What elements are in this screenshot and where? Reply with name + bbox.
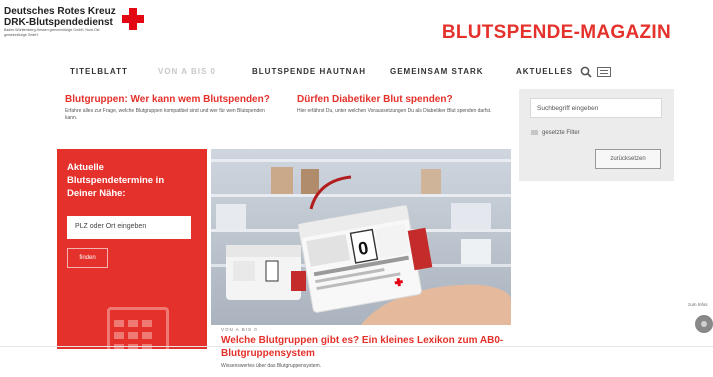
logo-fineprint: Baden-Württemberg-Hessen gemeinnützige G… [4,28,100,37]
nav-item-gemeinsam-stark[interactable]: GEMEINSAM STARK [390,67,484,76]
featured-kicker: VON A BIS 0 [221,327,258,332]
article-title[interactable]: Blutgruppen: Wer kann wem Blutspenden? [65,94,270,106]
search-icon[interactable] [580,66,592,78]
scroll-top-button[interactable] [695,315,713,333]
side-info-tab[interactable]: zum Infos [688,302,708,307]
divider [0,346,713,347]
article-text: Erfahre alles zur Frage, welche Blutgrup… [65,108,265,121]
article-title[interactable]: Dürfen Diabetiker Blut spenden? [297,94,502,106]
menu-icon[interactable] [597,67,611,77]
filter-label: gesetzte Filter [542,130,580,137]
search-input[interactable]: Suchbegriff eingeben [530,98,662,118]
filter-toggle[interactable]: gesetzte Filter [531,130,580,136]
featured-photo-blood-bags[interactable]: 0 [211,149,511,325]
nav-item-titelblatt[interactable]: TITELBLATT [70,67,128,76]
drk-logo[interactable]: Deutsches Rotes Kreuz DRK-Blutspendedien… [4,6,154,37]
reset-button[interactable]: zurücksetzen [595,149,661,169]
nav-item-aktuelles[interactable]: AKTUELLES [516,67,573,76]
article-teaser-blutgruppen[interactable]: Blutgruppen: Wer kann wem Blutspenden? E… [65,94,270,121]
calendar-icon [107,307,169,349]
location-input[interactable]: PLZ oder Ort eingeben [67,216,191,239]
featured-text: Wissenswertes über das Blutgruppensystem… [221,363,322,369]
magazine-title[interactable]: BLUTSPENDE-MAGAZIN [442,22,671,44]
article-text: Hier erfährst Du, unter welchen Vorausse… [297,108,492,114]
filter-checkbox[interactable] [531,130,538,135]
appointment-title: Aktuelle Blutspendetermine in Deiner Näh… [67,162,165,199]
browser-page: Deutsches Rotes Kreuz DRK-Blutspendedien… [0,0,713,377]
sidebar-search-panel: Suchbegriff eingeben gesetzte Filter zur… [519,89,674,181]
find-button[interactable]: finden [67,248,108,268]
red-cross-icon [122,8,144,30]
appointment-search-box: Aktuelle Blutspendetermine in Deiner Näh… [57,149,207,349]
nav-item-blutspende-hautnah[interactable]: BLUTSPENDE HAUTNAH [252,67,366,76]
article-teaser-diabetiker[interactable]: Dürfen Diabetiker Blut spenden? Hier erf… [297,94,502,115]
featured-title[interactable]: Welche Blutgruppen gibt es? Ein kleines … [221,334,521,360]
nav-item-von-a-bis-0[interactable]: VON A BIS 0 [158,67,216,76]
